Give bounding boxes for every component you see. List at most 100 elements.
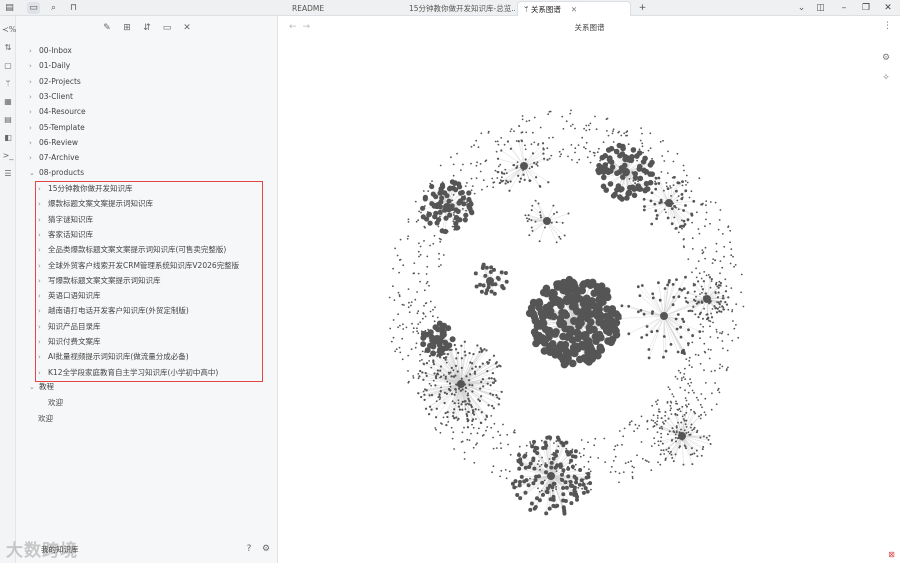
graph-node[interactable]	[659, 411, 661, 413]
graph-node[interactable]	[529, 441, 531, 443]
graph-node[interactable]	[460, 377, 463, 380]
graph-node[interactable]	[555, 449, 559, 454]
graph-node[interactable]	[546, 158, 549, 161]
graph-node[interactable]	[732, 320, 734, 322]
graph-node[interactable]	[406, 237, 409, 240]
graph-node[interactable]	[640, 336, 644, 339]
graph-node[interactable]	[606, 156, 613, 163]
graph-node[interactable]	[583, 294, 591, 303]
graph-node[interactable]	[676, 378, 679, 380]
graph-node[interactable]	[539, 185, 542, 188]
graph-node[interactable]	[667, 450, 670, 453]
graph-node[interactable]	[565, 120, 568, 123]
graph-node[interactable]	[553, 465, 558, 470]
graph-node[interactable]	[429, 244, 431, 247]
graph-node[interactable]	[674, 413, 677, 415]
graph-node[interactable]	[588, 468, 590, 471]
graph-node[interactable]	[560, 360, 569, 369]
graph-node[interactable]	[470, 145, 473, 148]
graph-node[interactable]	[538, 240, 541, 243]
graph-node[interactable]	[553, 212, 555, 215]
graph-node[interactable]	[715, 311, 719, 314]
graph-node[interactable]	[550, 221, 553, 224]
graph-node[interactable]	[649, 147, 652, 150]
graph-node[interactable]	[474, 284, 479, 289]
graph-node[interactable]	[618, 317, 622, 320]
graph-node[interactable]	[580, 305, 589, 314]
graph-node[interactable]	[701, 203, 704, 206]
graph-node[interactable]	[623, 132, 626, 135]
graph-node[interactable]	[432, 379, 435, 382]
graph-node[interactable]	[685, 447, 687, 450]
graph-node[interactable]	[713, 305, 716, 308]
graph-node[interactable]	[649, 171, 655, 177]
graph-node[interactable]	[558, 235, 561, 238]
folder-item[interactable]: › 05-Template	[29, 121, 85, 135]
graph-node[interactable]	[567, 155, 569, 158]
graph-node[interactable]	[489, 392, 492, 395]
graph-node[interactable]	[434, 384, 437, 387]
graph-node[interactable]	[417, 219, 420, 222]
graph-node[interactable]	[673, 175, 676, 179]
graph-node[interactable]	[645, 325, 649, 328]
graph-node[interactable]	[710, 277, 713, 281]
graph-node[interactable]	[702, 317, 704, 320]
graph-node[interactable]	[731, 309, 734, 311]
graph-node[interactable]	[547, 506, 552, 511]
graph-node[interactable]	[479, 289, 484, 294]
graph-node[interactable]	[660, 449, 663, 452]
graph-node[interactable]	[525, 131, 528, 134]
graph-node[interactable]	[561, 468, 566, 473]
graph-node[interactable]	[691, 271, 693, 274]
graph-node[interactable]	[634, 423, 637, 426]
graph-node[interactable]	[415, 220, 418, 223]
graph-node[interactable]	[461, 408, 464, 411]
graph-node[interactable]	[675, 440, 677, 443]
graph-node[interactable]	[499, 270, 504, 275]
graph-node[interactable]	[525, 120, 528, 123]
graph-node[interactable]	[471, 423, 473, 426]
graph-node[interactable]	[399, 324, 401, 327]
graph-node[interactable]	[639, 309, 643, 312]
graph-node[interactable]	[573, 449, 578, 454]
graph-node[interactable]	[561, 486, 566, 490]
graph-node[interactable]	[703, 295, 711, 303]
graph-node[interactable]	[453, 408, 456, 411]
graph-node[interactable]	[627, 143, 630, 146]
graph-node[interactable]	[538, 465, 541, 468]
graph-node[interactable]	[548, 137, 550, 139]
graph-node[interactable]	[689, 433, 692, 436]
graph-node[interactable]	[667, 150, 669, 153]
graph-node[interactable]	[671, 457, 674, 459]
graph-node[interactable]	[654, 209, 658, 213]
graph-node[interactable]	[463, 400, 466, 403]
graph-node[interactable]	[489, 384, 492, 387]
graph-node[interactable]	[677, 369, 680, 372]
graph-node[interactable]	[519, 462, 524, 467]
graph-node[interactable]	[700, 300, 703, 303]
graph-node[interactable]	[407, 306, 410, 309]
graph-node[interactable]	[697, 260, 700, 262]
graph-node[interactable]	[465, 412, 468, 416]
graph-node[interactable]	[686, 301, 690, 304]
graph-node[interactable]	[439, 240, 442, 243]
graph-node[interactable]	[547, 435, 552, 440]
graph-node[interactable]	[712, 258, 715, 260]
graph-node[interactable]	[715, 331, 718, 333]
graph-node[interactable]	[429, 183, 435, 190]
graph-node[interactable]	[461, 388, 464, 391]
graph-node[interactable]	[392, 267, 394, 270]
graph-node[interactable]	[528, 507, 533, 512]
graph-node[interactable]	[542, 148, 545, 151]
graph-node[interactable]	[647, 348, 651, 351]
graph-node[interactable]	[715, 242, 718, 245]
graph-node[interactable]	[464, 354, 467, 357]
graph-node[interactable]	[684, 378, 687, 381]
graph-node[interactable]	[428, 382, 431, 385]
graph-node[interactable]	[640, 284, 644, 287]
graph-node[interactable]	[616, 142, 623, 149]
graph-node[interactable]	[637, 310, 640, 314]
graph-node[interactable]	[466, 182, 468, 184]
graph-node[interactable]	[527, 214, 530, 217]
graph-node[interactable]	[711, 392, 713, 395]
